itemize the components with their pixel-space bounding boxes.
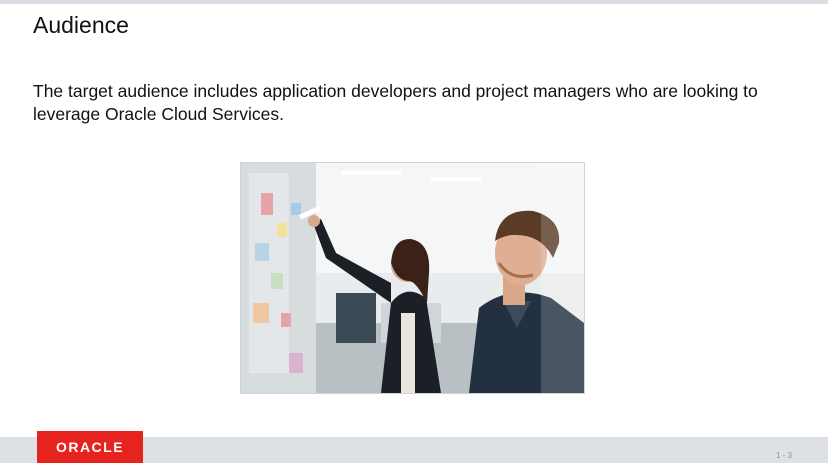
top-border bbox=[0, 0, 828, 4]
slide-title: Audience bbox=[33, 12, 129, 38]
slide-content: Audience The target audience includes ap… bbox=[0, 0, 828, 437]
photo-illustration bbox=[241, 163, 584, 393]
page-number: 1 - 3 bbox=[775, 451, 792, 460]
slide-body-text: The target audience includes application… bbox=[33, 81, 758, 124]
slide: Audience The target audience includes ap… bbox=[0, 0, 828, 463]
oracle-logo: ORACLE bbox=[37, 431, 143, 463]
people-whiteboard-photo bbox=[240, 162, 585, 394]
